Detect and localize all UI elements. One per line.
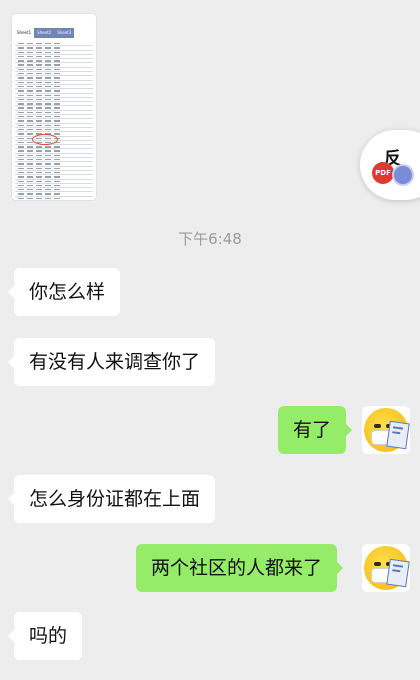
sheet-tab-3: Sheet3 [54, 28, 75, 38]
spreadsheet-row [15, 197, 93, 200]
spreadsheet-rows [15, 42, 93, 200]
outgoing-message[interactable]: 有了 [278, 406, 353, 454]
outgoing-message[interactable]: 两个社区的人都来了 [136, 544, 344, 592]
incoming-message[interactable]: 怎么身份证都在上面 [7, 475, 216, 523]
incoming-message[interactable]: 有没有人来调查你了 [7, 338, 216, 386]
pdf-icon: PDF [372, 162, 394, 184]
floating-assistant-widget[interactable]: 反 PDF [360, 130, 420, 200]
incoming-message[interactable]: 吗的 [7, 612, 83, 660]
sheet-tab-2: Sheet2 [34, 28, 55, 38]
shared-spreadsheet-thumbnail[interactable]: Sheet1 Sheet2 Sheet3 [12, 14, 96, 200]
document-icon [386, 558, 410, 588]
sheet-tabs: Sheet1 Sheet2 Sheet3 [14, 28, 96, 38]
red-circle-annotation [32, 134, 58, 145]
gear-icon [392, 164, 414, 186]
user-avatar[interactable] [362, 544, 410, 592]
sheet-tab-1: Sheet1 [17, 30, 32, 35]
document-icon [386, 420, 410, 450]
message-timestamp: 下午6:48 [178, 230, 242, 248]
user-avatar[interactable] [362, 406, 410, 454]
incoming-message[interactable]: 你怎么样 [7, 268, 121, 316]
